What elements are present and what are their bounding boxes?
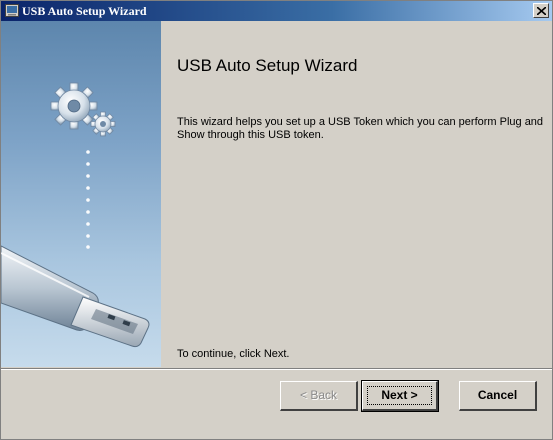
title-bar[interactable]: USB Auto Setup Wizard xyxy=(1,1,552,21)
wizard-window: USB Auto Setup Wizard USB Auto Setup Wiz… xyxy=(0,0,553,440)
usb-drive-icon xyxy=(1,245,150,348)
continue-instruction: To continue, click Next. xyxy=(177,348,290,360)
next-button[interactable]: Next > xyxy=(361,380,439,412)
cancel-button[interactable]: Cancel xyxy=(459,381,537,411)
cancel-button-label: Cancel xyxy=(477,388,518,402)
gears-icon xyxy=(50,82,116,137)
window-title: USB Auto Setup Wizard xyxy=(22,4,147,18)
next-button-label: Next > xyxy=(381,388,418,402)
wizard-page: USB Auto Setup Wizard This wizard helps … xyxy=(1,21,552,367)
page-title: USB Auto Setup Wizard xyxy=(177,56,358,75)
back-button[interactable]: < Back xyxy=(280,381,358,411)
wizard-description: This wizard helps you set up a USB Token… xyxy=(177,116,544,141)
usb-token-illustration xyxy=(1,82,150,348)
close-icon xyxy=(537,7,546,15)
dotted-trail xyxy=(86,150,90,249)
close-button[interactable] xyxy=(533,3,549,18)
sidebar-banner xyxy=(1,21,161,367)
setup-app-icon xyxy=(5,4,19,17)
button-divider xyxy=(1,368,552,370)
back-button-label: < Back xyxy=(299,388,338,402)
